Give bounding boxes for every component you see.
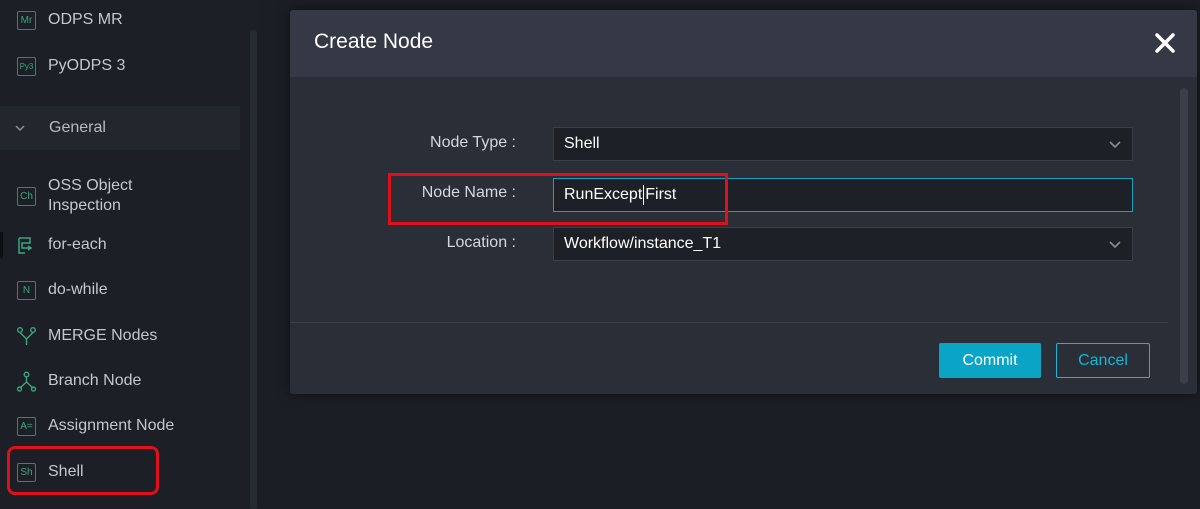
chevron-down-icon bbox=[1108, 238, 1122, 250]
pyodps3-icon: Py3 bbox=[16, 56, 37, 77]
do-while-icon: N bbox=[16, 280, 37, 301]
sidebar-item-label: Branch Node bbox=[48, 372, 142, 389]
dialog-divider bbox=[290, 322, 1168, 323]
sidebar-item-do-while[interactable]: N do-while bbox=[0, 270, 240, 310]
node-type-label: Node Type : bbox=[430, 134, 516, 151]
chevron-down-icon bbox=[14, 120, 26, 138]
cancel-button[interactable]: Cancel bbox=[1056, 343, 1150, 378]
shell-highlight-box bbox=[7, 446, 159, 495]
sidebar-item-pyodps3[interactable]: Py3 PyODPS 3 bbox=[0, 46, 240, 86]
oss-inspection-icon: Ch bbox=[16, 186, 37, 207]
sidebar-item-for-each[interactable]: for-each bbox=[0, 225, 240, 265]
for-each-icon bbox=[16, 235, 37, 256]
sidebar-item-label: do-while bbox=[48, 281, 108, 298]
group-label: General bbox=[49, 119, 106, 136]
sidebar-item-label: MERGE Nodes bbox=[48, 327, 158, 344]
sidebar-item-odps-mr[interactable]: Mr ODPS MR bbox=[0, 0, 240, 40]
location-label: Location : bbox=[446, 234, 516, 251]
dialog-title: Create Node bbox=[314, 30, 434, 53]
sidebar-item-label: for-each bbox=[48, 236, 107, 253]
dialog-header: Create Node bbox=[290, 10, 1197, 77]
location-select[interactable]: Workflow/instance_T1 bbox=[553, 227, 1133, 261]
sidebar-item-branch-node[interactable]: Branch Node bbox=[0, 361, 240, 401]
location-value: Workflow/instance_T1 bbox=[564, 235, 722, 252]
sidebar-item-label: OSS Object Inspection bbox=[48, 177, 133, 214]
assignment-icon: A= bbox=[16, 416, 37, 437]
sidebar-group-general[interactable]: General bbox=[0, 106, 240, 150]
close-icon[interactable] bbox=[1152, 30, 1178, 56]
sidebar-item-label: PyODPS 3 bbox=[48, 57, 126, 74]
node-type-value: Shell bbox=[564, 135, 600, 152]
sidebar-item-merge-nodes[interactable]: MERGE Nodes bbox=[0, 316, 240, 356]
sidebar-item-oss-object-inspection[interactable]: Ch OSS Object Inspection bbox=[0, 174, 240, 218]
dialog-scrollbar[interactable] bbox=[1180, 88, 1188, 384]
create-node-dialog: Create Node Node Type : Shell Node Name … bbox=[290, 10, 1197, 394]
sidebar-scrollbar[interactable] bbox=[250, 30, 257, 509]
node-type-select[interactable]: Shell bbox=[553, 127, 1133, 161]
node-name-highlight-box bbox=[388, 173, 728, 225]
node-sidebar: Mr ODPS MR Py3 PyODPS 3 General Ch OSS O… bbox=[0, 0, 258, 509]
odps-mr-icon: Mr bbox=[16, 10, 37, 31]
commit-button[interactable]: Commit bbox=[939, 343, 1041, 378]
sidebar-item-label: Assignment Node bbox=[48, 417, 175, 434]
branch-icon bbox=[16, 371, 37, 392]
sidebar-item-assignment-node[interactable]: A= Assignment Node bbox=[0, 406, 240, 446]
merge-icon bbox=[16, 326, 37, 347]
chevron-down-icon bbox=[1108, 138, 1122, 150]
sidebar-item-label: ODPS MR bbox=[48, 11, 123, 28]
